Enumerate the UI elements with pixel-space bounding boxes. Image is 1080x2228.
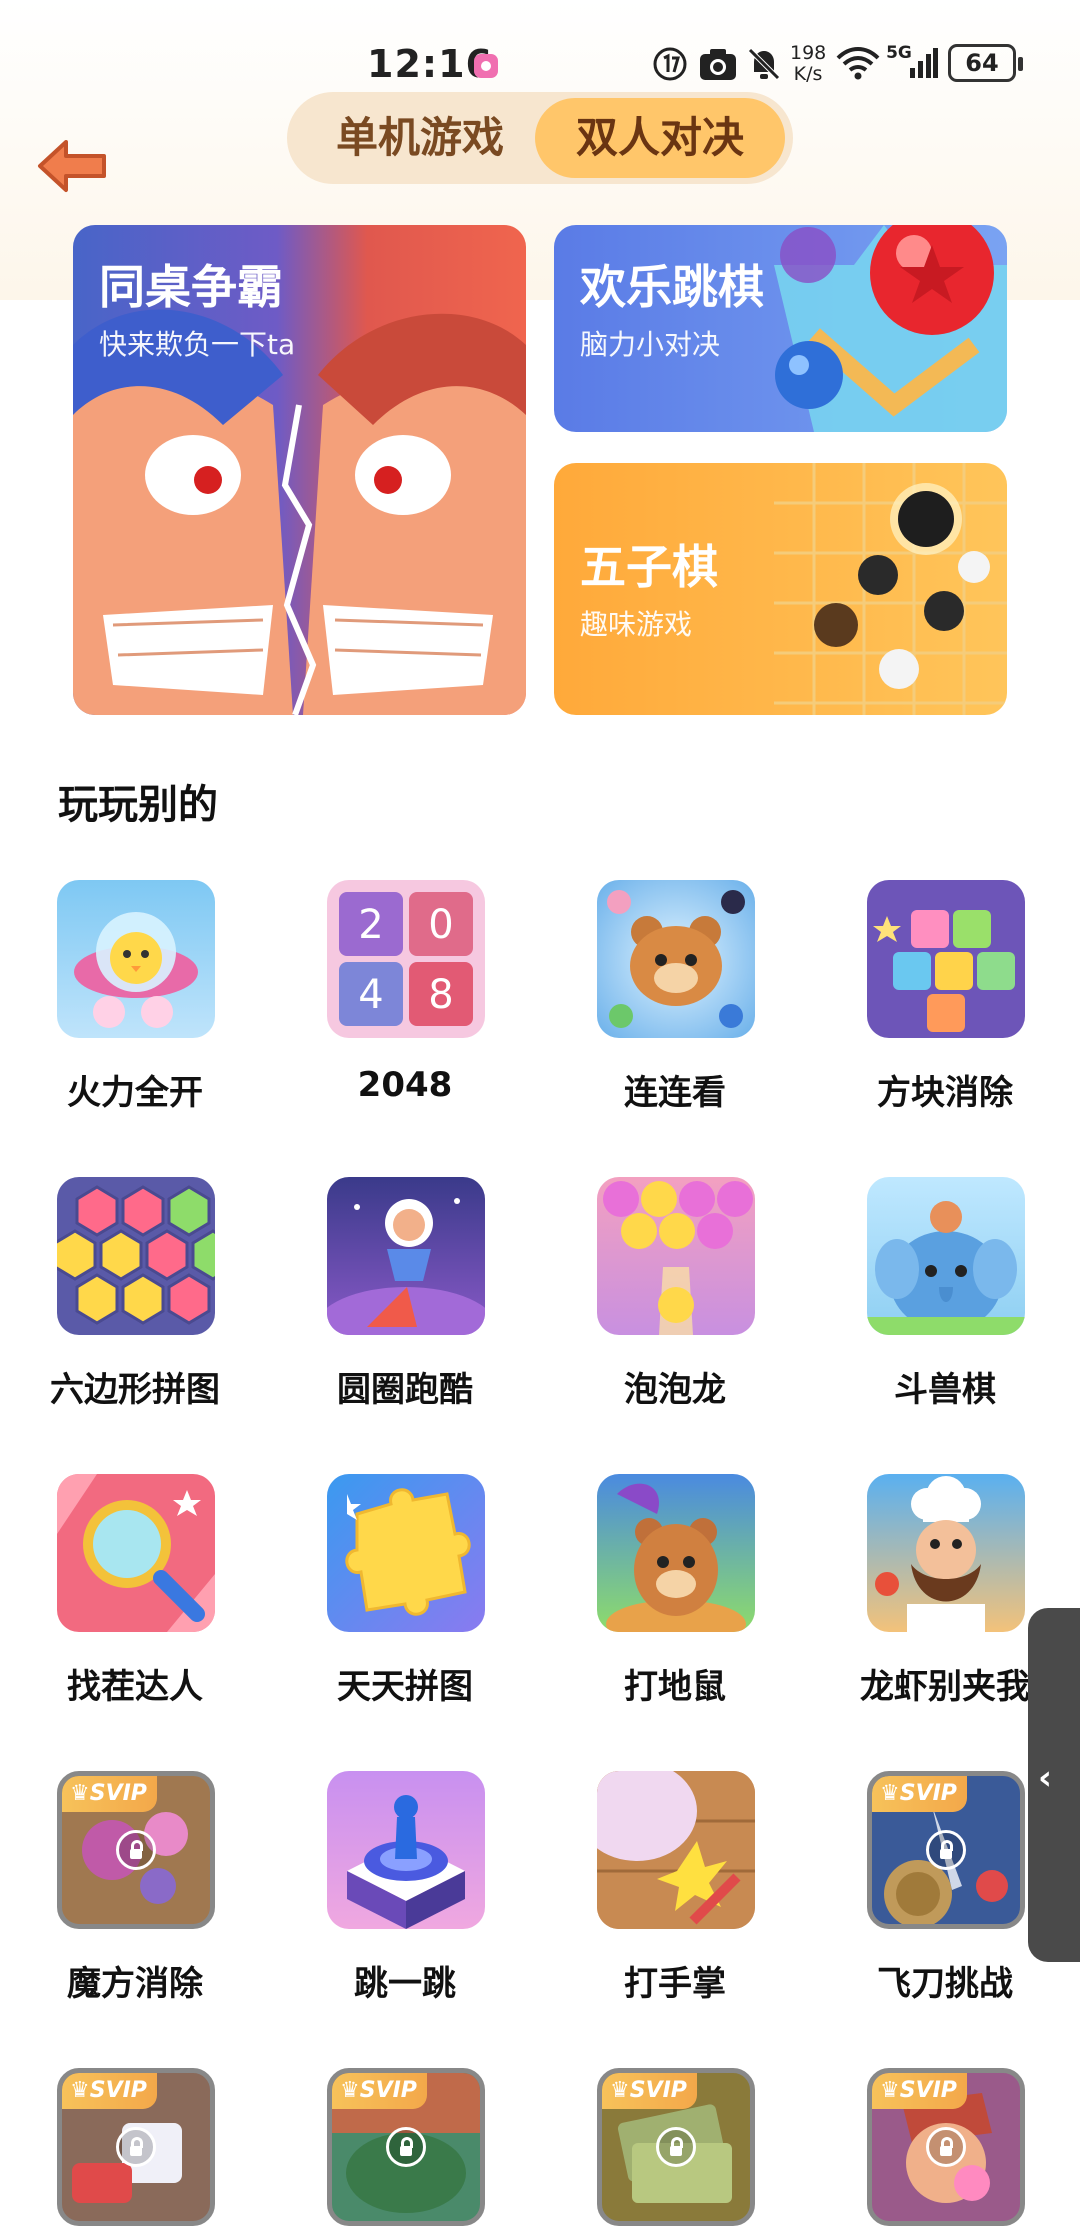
lock-icon bbox=[656, 2127, 696, 2167]
game-item[interactable]: ♛SVIP bbox=[270, 2068, 500, 2228]
astronaut-run-icon bbox=[327, 1177, 485, 1335]
bubblegum-boy-icon: ♛SVIP bbox=[867, 2068, 1025, 2226]
money-icon: ♛SVIP bbox=[597, 2068, 755, 2226]
game-item[interactable]: 六边形拼图 bbox=[0, 1177, 230, 1437]
wifi-icon bbox=[836, 47, 880, 80]
lock-icon bbox=[116, 1830, 156, 1870]
jump-stack-icon bbox=[327, 1771, 485, 1929]
card-title: 五子棋 bbox=[580, 540, 718, 594]
game-label: 打地鼠 bbox=[624, 1667, 726, 1707]
section-title: 玩玩别的 bbox=[58, 782, 218, 828]
game-item[interactable]: 打手掌 bbox=[540, 1771, 770, 2031]
game-item[interactable]: ♛SVIP bbox=[0, 2068, 230, 2228]
game-item[interactable]: 火力全开 bbox=[0, 880, 230, 1140]
card-subtitle: 快来欺负一下ta bbox=[99, 328, 296, 361]
tab-two-player[interactable]: 双人对决 bbox=[535, 98, 785, 178]
game-item[interactable]: 泡泡龙 bbox=[540, 1177, 770, 1437]
side-panel-toggle[interactable]: ‹ bbox=[1028, 1608, 1080, 1962]
mole-icon bbox=[597, 1474, 755, 1632]
game-item[interactable]: 天天拼图 bbox=[270, 1474, 500, 1734]
svip-badge: ♛SVIP bbox=[872, 2073, 967, 2109]
card-title: 欢乐跳棋 bbox=[580, 260, 764, 314]
elephant-icon bbox=[867, 1177, 1025, 1335]
game-item[interactable]: ♛SVIP bbox=[810, 2068, 1040, 2228]
game-label: 泡泡龙 bbox=[624, 1370, 726, 1410]
card-title: 同桌争霸 bbox=[99, 260, 283, 314]
data-saver-icon bbox=[653, 47, 687, 81]
game-label: 火力全开 bbox=[67, 1073, 203, 1113]
game-label: 跳一跳 bbox=[354, 1964, 456, 2004]
game-label: 六边形拼图 bbox=[50, 1370, 220, 1410]
crocodile-icon: ♛SVIP bbox=[327, 2068, 485, 2226]
card-subtitle: 脑力小对决 bbox=[580, 328, 721, 361]
game-label: 找茬达人 bbox=[67, 1667, 203, 1707]
svip-badge: ♛SVIP bbox=[872, 1776, 967, 1812]
featured-card-desk-battle[interactable]: 同桌争霸 快来欺负一下ta bbox=[73, 225, 526, 715]
flying-knife-icon: ♛SVIP bbox=[867, 1771, 1025, 1929]
net-speed-value: 198 bbox=[790, 42, 827, 64]
lock-icon bbox=[926, 1830, 966, 1870]
svip-badge: ♛SVIP bbox=[62, 1776, 157, 1812]
back-arrow-icon[interactable] bbox=[36, 138, 108, 194]
jigsaw-piece-icon bbox=[327, 1474, 485, 1632]
magnifier-icon bbox=[57, 1474, 215, 1632]
game-item[interactable]: 龙虾别夹我 bbox=[810, 1474, 1040, 1734]
bubble-shooter-icon bbox=[597, 1177, 755, 1335]
svg-text:8: 8 bbox=[428, 972, 453, 1018]
svip-badge: ♛SVIP bbox=[62, 2073, 157, 2109]
tab-single-player[interactable]: 单机游戏 bbox=[295, 98, 545, 178]
game-item[interactable]: 方块消除 bbox=[810, 880, 1040, 1140]
lock-icon bbox=[116, 2127, 156, 2167]
camera-icon bbox=[700, 49, 736, 80]
lock-icon bbox=[386, 2127, 426, 2167]
slap-hand-icon bbox=[597, 1771, 755, 1929]
signal-icon bbox=[910, 48, 938, 78]
game-label: 魔方消除 bbox=[67, 1964, 203, 2004]
game-label: 连连看 bbox=[624, 1073, 726, 1113]
game-item[interactable]: ♛SVIP bbox=[540, 2068, 770, 2228]
svg-text:0: 0 bbox=[428, 902, 453, 948]
bear-match-icon bbox=[597, 880, 755, 1038]
svg-text:4: 4 bbox=[358, 972, 383, 1018]
game-label: 天天拼图 bbox=[337, 1667, 473, 1707]
game-label: 斗兽棋 bbox=[894, 1370, 996, 1410]
status-bar: 12:16 198 K/s 5G 64 bbox=[0, 30, 1080, 100]
game-label: 飞刀挑战 bbox=[877, 1964, 1013, 2004]
game-label: 打手掌 bbox=[624, 1964, 726, 2004]
hexagon-puzzle-icon bbox=[57, 1177, 215, 1335]
chevron-left-icon: ‹ bbox=[1038, 1758, 1053, 1798]
mode-switch: 单机游戏 双人对决 bbox=[287, 92, 793, 184]
game-item[interactable]: 斗兽棋 bbox=[810, 1177, 1040, 1437]
featured-card-chinese-checkers[interactable]: 欢乐跳棋 脑力小对决 bbox=[554, 225, 1007, 432]
svg-text:2: 2 bbox=[358, 902, 383, 948]
colorful-blocks-icon bbox=[867, 880, 1025, 1038]
game-item[interactable]: ♛SVIP 魔方消除 bbox=[0, 1771, 230, 2031]
virus-cube-icon: ♛SVIP bbox=[57, 1771, 215, 1929]
game-label: 2048 bbox=[357, 1065, 453, 1105]
chef-icon bbox=[867, 1474, 1025, 1632]
notification-dot-icon bbox=[474, 54, 498, 78]
game-item[interactable]: 找茬达人 bbox=[0, 1474, 230, 1734]
game-item[interactable]: 2048 2048 bbox=[270, 880, 500, 1140]
svip-badge: ♛SVIP bbox=[602, 2073, 697, 2109]
rabbit-car-icon: ♛SVIP bbox=[57, 2068, 215, 2226]
2048-tiles-icon: 2048 bbox=[327, 880, 485, 1038]
mute-bell-icon bbox=[748, 48, 780, 80]
chick-spaceship-icon bbox=[57, 880, 215, 1038]
game-item[interactable]: 连连看 bbox=[540, 880, 770, 1140]
lock-icon bbox=[926, 2127, 966, 2167]
svip-badge: ♛SVIP bbox=[332, 2073, 427, 2109]
game-item[interactable]: 圆圈跑酷 bbox=[270, 1177, 500, 1437]
game-item[interactable]: 打地鼠 bbox=[540, 1474, 770, 1734]
card-subtitle: 趣味游戏 bbox=[580, 608, 693, 641]
game-label: 方块消除 bbox=[877, 1073, 1013, 1113]
net-speed-unit: K/s bbox=[793, 63, 823, 85]
game-item[interactable]: 跳一跳 bbox=[270, 1771, 500, 2031]
game-label: 圆圈跑酷 bbox=[337, 1370, 473, 1410]
battery-level: 64 bbox=[948, 44, 1023, 82]
featured-card-gomoku[interactable]: 五子棋 趣味游戏 bbox=[554, 463, 1007, 715]
game-item[interactable]: ♛SVIP 飞刀挑战 bbox=[810, 1771, 1040, 2031]
